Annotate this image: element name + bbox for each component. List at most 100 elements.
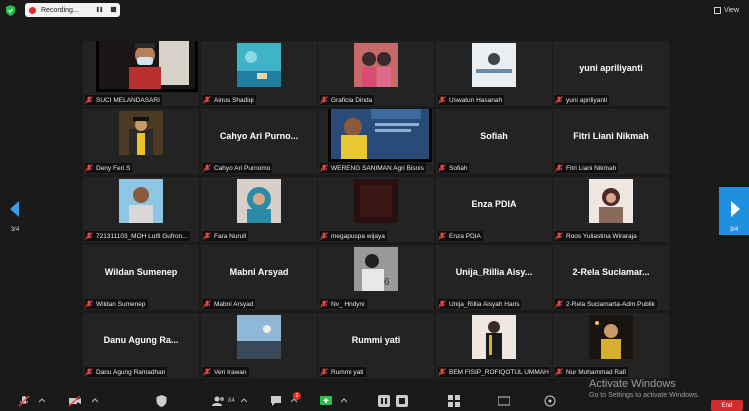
participant-tile[interactable]: Fitri Liani Nikmah Fitri Liani Nikmah <box>553 109 669 174</box>
view-button[interactable]: View <box>710 4 743 16</box>
participant-avatar <box>589 315 633 359</box>
participant-name: Fara Nurull <box>214 232 247 240</box>
mic-muted-icon <box>320 164 328 172</box>
participant-avatar <box>237 43 281 87</box>
mic-muted-icon <box>85 232 93 240</box>
participant-name: Nv_ Hndyni <box>331 300 365 308</box>
participant-name-label: SUCI MELANDASARI <box>85 95 162 105</box>
chat-badge: 2 <box>293 392 301 400</box>
participant-tile[interactable]: Veri Irawan <box>201 313 317 378</box>
chevron-right-icon <box>731 201 740 217</box>
participant-tile[interactable]: Roos Yuliastina Wiraraja <box>553 177 669 242</box>
participant-display-name: Sofiah <box>480 131 508 141</box>
participant-name: megapuspa wijaya <box>331 232 385 240</box>
stop-icon[interactable] <box>110 6 117 13</box>
share-screen-icon <box>320 396 332 405</box>
chevron-up-icon[interactable] <box>39 398 45 404</box>
participant-tile[interactable]: Rummi yati Rummi yati <box>318 313 434 378</box>
breakout-rooms-icon <box>448 395 460 407</box>
mic-muted-icon <box>438 232 446 240</box>
participant-name-label: Enza PDIA <box>438 231 483 241</box>
end-meeting-button[interactable]: End <box>711 400 743 411</box>
participant-avatar: 6 <box>354 247 398 291</box>
reactions-button[interactable] <box>498 395 510 407</box>
participant-tile[interactable]: Nur Mohammad Rafi <box>553 313 669 378</box>
participant-tile[interactable]: Danu Agung Ra... Danu Agung Ramadhan <box>83 313 199 378</box>
participant-tile[interactable]: Sofiah Sofiah <box>436 109 552 174</box>
participant-name: Mabni Arsyad <box>214 300 254 308</box>
participants-button[interactable]: 84 <box>212 395 247 407</box>
participant-name: 721311103_MOH Lutfi Gufron... <box>96 232 188 240</box>
participant-display-name: Rummi yati <box>351 335 401 345</box>
participant-tile[interactable]: 6 Nv_ Hndyni <box>318 245 434 310</box>
participant-tile[interactable]: yuni apriliyanti yuni apriliyanti <box>553 41 669 106</box>
mute-button[interactable] <box>18 395 45 407</box>
participant-name-label: Graficia Dinda <box>320 95 375 105</box>
participant-name: yuni apriliyanti <box>566 96 608 104</box>
participant-name-label: Unija_Rillia Aisyah Haris <box>438 299 522 309</box>
participant-avatar <box>119 111 163 155</box>
share-screen-button[interactable] <box>320 395 347 407</box>
participant-name-label: 2-Rela Suciamarta-Adm.Publik <box>555 299 657 309</box>
participant-name-label: Fitri Liani Nikmah <box>555 163 619 173</box>
chevron-up-icon[interactable] <box>240 398 247 404</box>
participant-name-label: Ainus Shadiqi <box>203 95 256 105</box>
participant-tile[interactable]: 721311103_MOH Lutfi Gufron... <box>83 177 199 242</box>
chevron-up-icon[interactable] <box>92 398 98 404</box>
participant-tile[interactable]: 2-Rela Suciamar... 2-Rela Suciamarta-Adm.… <box>553 245 669 310</box>
pause-recording-button[interactable] <box>378 395 390 407</box>
participant-tile[interactable]: WERENG SANIMAN Agri Bisnis <box>318 109 434 174</box>
participant-display-name: Enza PDIA <box>471 199 517 209</box>
security-button[interactable] <box>156 395 167 407</box>
participant-name: Nur Mohammad Rafi <box>566 368 626 376</box>
participant-name: Fitri Liani Nikmah <box>566 164 617 172</box>
participant-tile[interactable]: Enza PDIA Enza PDIA <box>436 177 552 242</box>
participant-tile[interactable]: Cahyo Ari Purno... Cahyo Ari Purnomo <box>201 109 317 174</box>
participant-name-label: Nur Mohammad Rafi <box>555 367 628 377</box>
participant-tile[interactable]: Graficia Dinda <box>318 41 434 106</box>
participant-tile[interactable]: BEM FISIP_ROFIQOTUL UMMAH <box>436 313 552 378</box>
chat-button[interactable]: 2 <box>270 392 301 407</box>
mic-muted-icon <box>85 368 93 376</box>
mic-muted-icon <box>555 232 563 240</box>
participant-display-name: Mabni Arsyad <box>229 267 289 277</box>
mic-muted-icon <box>320 232 328 240</box>
stop-recording-button[interactable] <box>396 395 408 407</box>
participant-display-name: Unija_Rillia Aisy... <box>455 267 533 277</box>
mic-muted-icon <box>555 164 563 172</box>
participant-tile[interactable]: Uswatun Hasanah <box>436 41 552 106</box>
participant-name-label: Cahyo Ari Purnomo <box>203 163 273 173</box>
participant-avatar <box>354 43 398 87</box>
participant-avatar <box>472 43 516 87</box>
participant-avatar <box>589 179 633 223</box>
chevron-up-icon[interactable] <box>341 398 347 404</box>
participant-tile[interactable]: Deny Feri S <box>83 109 199 174</box>
next-page-button[interactable]: 3/4 <box>719 187 749 235</box>
mic-muted-icon <box>555 96 563 104</box>
video-button[interactable] <box>68 395 98 407</box>
pause-icon[interactable] <box>96 6 103 13</box>
participant-video <box>96 41 198 92</box>
participant-display-name: Wildan Sumenep <box>104 267 178 277</box>
participant-tile[interactable]: Mabni Arsyad Mabni Arsyad <box>201 245 317 310</box>
windows-activation-watermark: Activate Windows Go to Settings to activ… <box>589 378 700 399</box>
participant-tile[interactable]: Fara Nurull <box>201 177 317 242</box>
previous-page-button[interactable]: 3/4 <box>0 187 30 235</box>
participant-name: Enza PDIA <box>449 232 481 240</box>
participant-tile[interactable]: Unija_Rillia Aisy... Unija_Rillia Aisyah … <box>436 245 552 310</box>
participant-name: Cahyo Ari Purnomo <box>214 164 271 172</box>
participant-name: Roos Yuliastina Wiraraja <box>566 232 637 240</box>
participant-name: Wildan Sumenep <box>96 300 146 308</box>
participant-tile[interactable]: Wildan Sumenep Wildan Sumenep <box>83 245 199 310</box>
camera-off-icon <box>68 395 81 407</box>
breakout-rooms-button[interactable] <box>448 395 460 407</box>
participant-tile[interactable]: SUCI MELANDASARI <box>83 41 199 106</box>
participant-tile[interactable]: Ainus Shadiqi <box>201 41 317 106</box>
shield-icon[interactable] <box>6 5 15 16</box>
mic-muted-icon <box>203 232 211 240</box>
participant-tile[interactable]: megapuspa wijaya <box>318 177 434 242</box>
apps-button[interactable] <box>544 395 556 407</box>
mic-muted-icon <box>85 300 93 308</box>
participant-name-label: Sofiah <box>438 163 470 173</box>
apps-icon <box>544 395 556 407</box>
